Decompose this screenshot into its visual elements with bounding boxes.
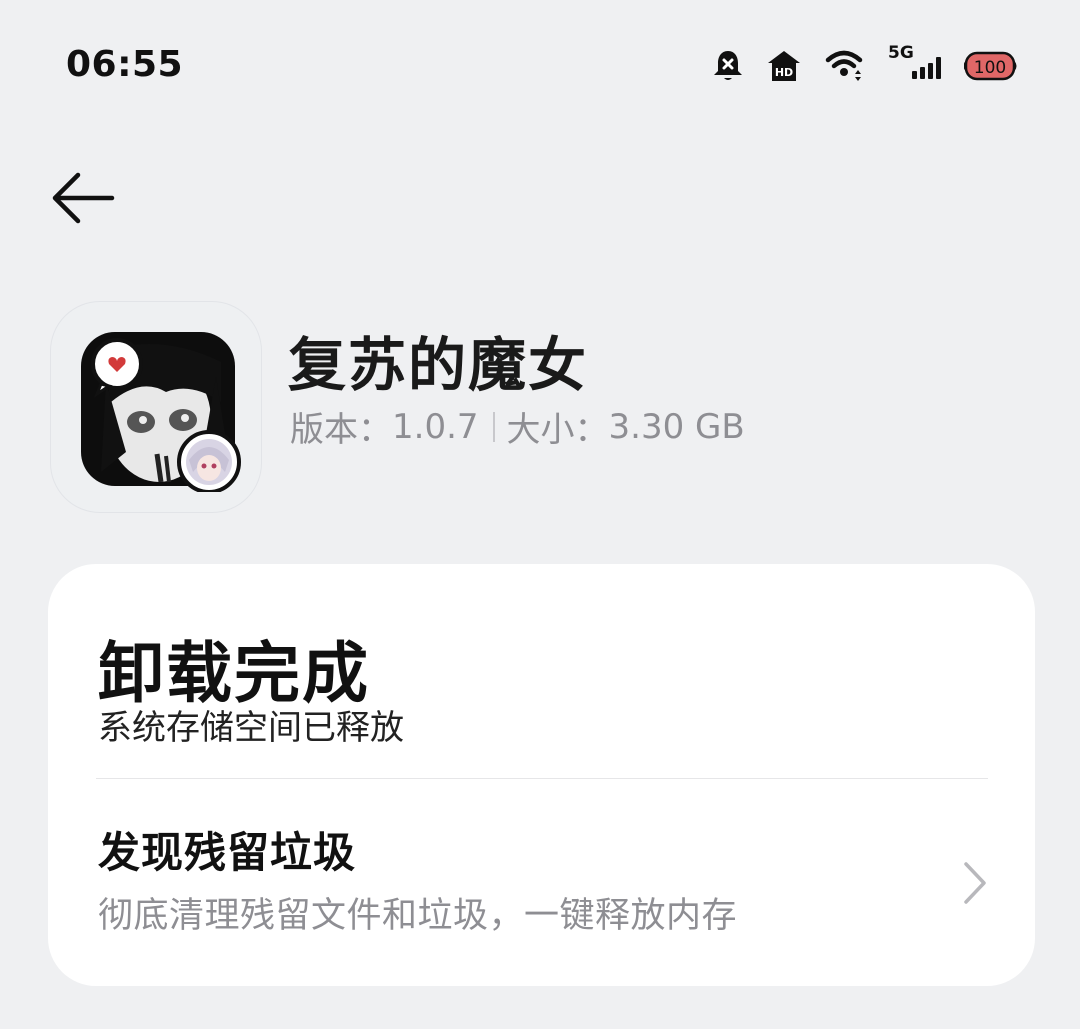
hd-icon: HD	[766, 49, 802, 83]
app-meta: 版本： 1.0.7 大小： 3.30 GB	[290, 402, 745, 451]
version-label: 版本：	[290, 410, 392, 450]
back-arrow-icon	[52, 172, 115, 224]
storage-released-subtitle: 系统存储空间已释放	[98, 708, 404, 748]
residual-junk-title: 发现残留垃圾	[98, 828, 357, 877]
svg-text:HD: HD	[775, 66, 793, 79]
bell-muted-icon	[712, 49, 744, 83]
version-value: 1.0.7	[392, 406, 479, 447]
residual-junk-row[interactable]: 发现残留垃圾 彻底清理残留文件和垃圾，一键释放内存	[48, 779, 1035, 986]
wifi-icon	[824, 48, 864, 84]
status-icons: HD 5G 100	[712, 43, 1018, 88]
uninstall-result-card: 卸载完成 系统存储空间已释放 发现残留垃圾 彻底清理残留文件和垃圾，一键释放内存	[48, 564, 1035, 986]
signal-icon: 5G	[886, 43, 942, 83]
size-label: 大小：	[506, 410, 609, 450]
meta-divider	[492, 411, 495, 442]
residual-junk-description: 彻底清理残留文件和垃圾，一键释放内存	[98, 896, 738, 936]
app-name: 复苏的魔女	[288, 331, 589, 399]
app-icon	[50, 301, 262, 513]
size-value: 3.30 GB	[608, 406, 745, 447]
battery-icon: 100	[964, 50, 1018, 82]
network-type-label: 5G	[888, 43, 914, 63]
back-button[interactable]	[50, 170, 120, 226]
status-bar: 06:55 HD 5G 100	[0, 0, 1080, 130]
status-time: 06:55	[66, 44, 184, 85]
battery-level: 100	[974, 58, 1006, 78]
chevron-right-icon	[964, 862, 986, 904]
